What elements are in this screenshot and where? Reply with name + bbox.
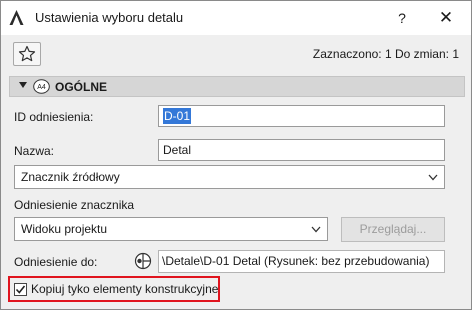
close-button[interactable]: ✕ — [433, 7, 459, 29]
title-bar: Ustawienia wyboru detalu ? ✕ — [1, 1, 471, 35]
marker-reference-label: Odniesienie znacznika — [14, 198, 135, 212]
window-title: Ustawienia wyboru detalu — [35, 10, 184, 25]
reference-to-label: Odniesienie do: — [14, 255, 98, 269]
dialog-window: Ustawienia wyboru detalu ? ✕ Zaznaczono:… — [0, 0, 472, 310]
star-icon — [18, 45, 36, 62]
favorites-button[interactable] — [13, 42, 41, 66]
marker-type-value: Znacznik źródłowy — [21, 170, 120, 184]
collapse-arrow-icon[interactable] — [19, 82, 27, 88]
selection-status: Zaznaczono: 1 Do zmian: 1 — [312, 47, 459, 61]
marker-reference-dropdown[interactable]: Widoku projektu — [14, 217, 328, 241]
reference-id-value: D-01 — [163, 108, 192, 124]
reference-id-input[interactable]: D-01 — [158, 105, 445, 127]
name-label: Nazwa: — [14, 144, 55, 158]
svg-text:A4: A4 — [37, 84, 46, 91]
checkmark-icon — [15, 285, 26, 294]
help-button[interactable]: ? — [392, 7, 412, 29]
browse-button[interactable]: Przeglądaj... — [341, 217, 445, 242]
marker-reference-value: Widoku projektu — [21, 222, 108, 236]
name-input[interactable]: Detal — [158, 139, 445, 161]
reference-path-field: \Detale\D-01 Detal (Rysunek: bez przebud… — [158, 250, 445, 273]
section-header-general[interactable]: A4 OGÓLNE — [9, 76, 465, 97]
chevron-down-icon — [311, 226, 321, 233]
section-title: OGÓLNE — [55, 80, 108, 94]
marker-type-dropdown[interactable]: Znacznik źródłowy — [14, 165, 445, 189]
copy-structural-label[interactable]: Kopiuj tyko elementy konstrukcyjne — [31, 282, 218, 296]
reference-id-label: ID odniesienia: — [14, 110, 94, 124]
reference-link-icon[interactable] — [133, 251, 153, 271]
chevron-down-icon — [428, 174, 438, 181]
copy-structural-checkbox[interactable] — [14, 283, 27, 296]
drawing-sheet-icon: A4 — [33, 79, 50, 94]
archicad-logo-icon — [9, 10, 24, 25]
